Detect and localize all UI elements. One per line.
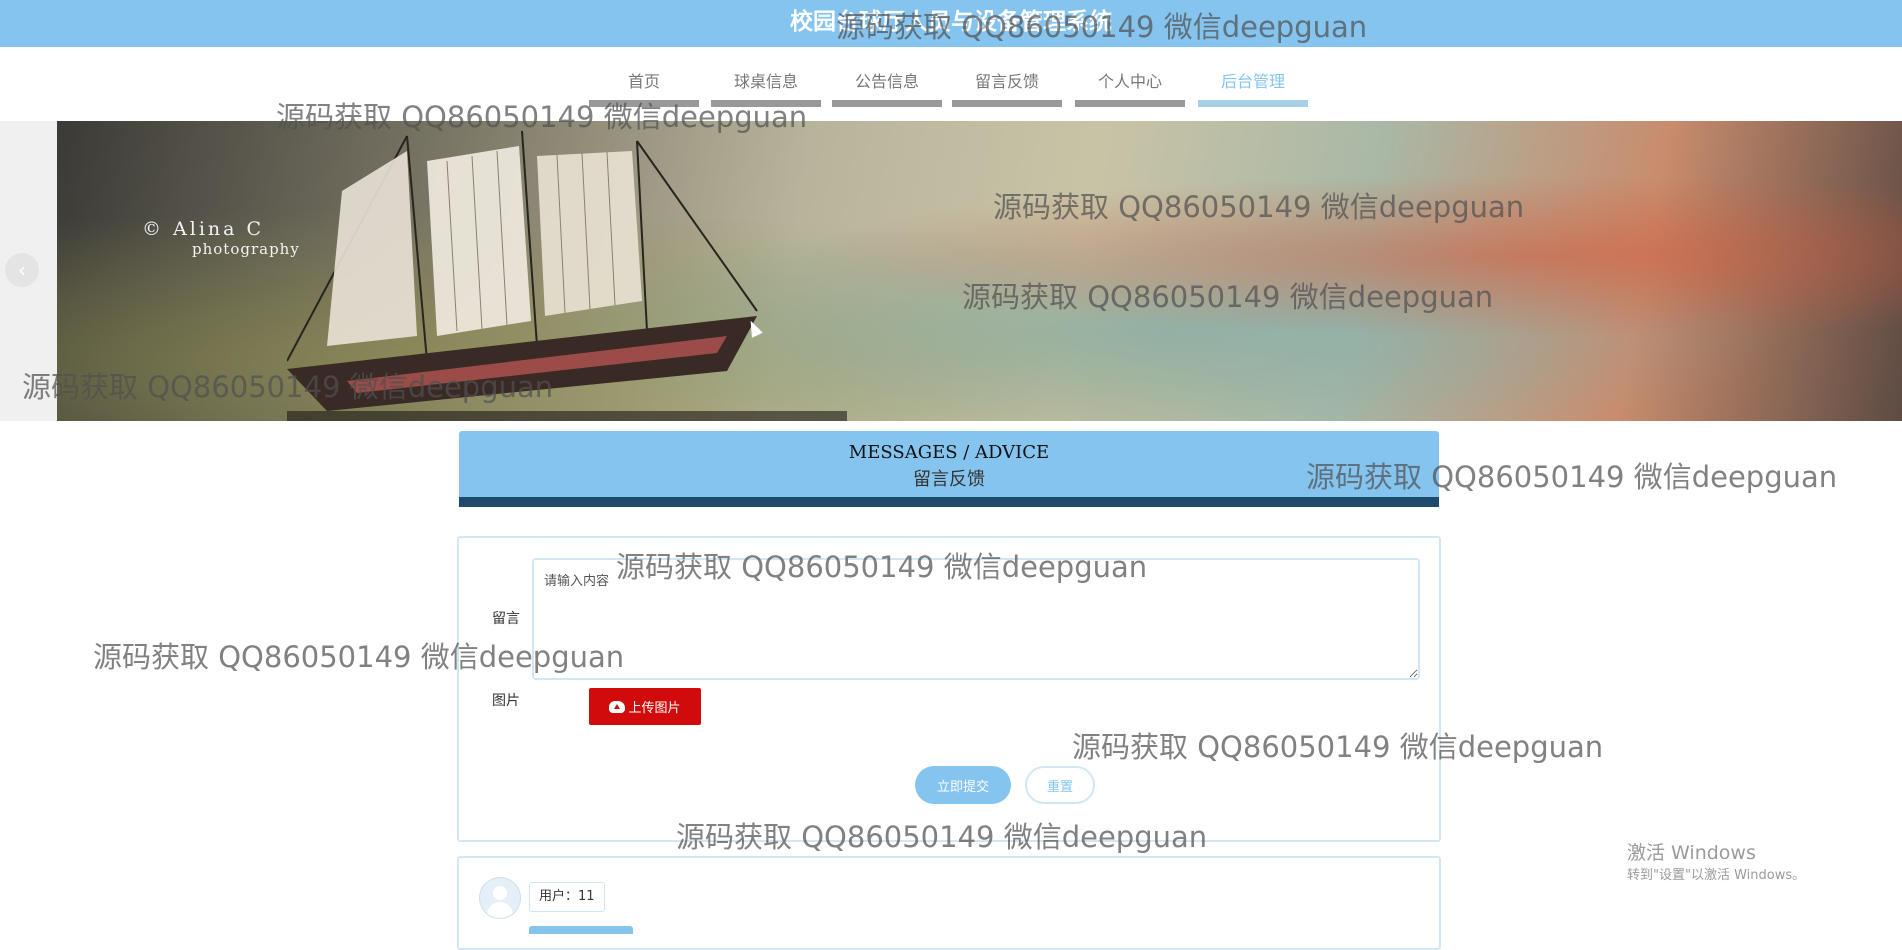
nav-item-notices[interactable]: 公告信息 [832, 69, 942, 107]
nav-item-label: 后台管理 [1220, 72, 1285, 91]
section-title-cn: 留言反馈 [913, 469, 985, 490]
nav-item-underline [832, 100, 942, 107]
comment-content-bar [529, 926, 633, 934]
watermark-text: 源码获取 QQ86050149 微信deepguan [836, 10, 1368, 44]
watermark-text: 源码获取 QQ86050149 微信deepguan [93, 640, 625, 674]
user-avatar-body [487, 902, 513, 918]
watermark-text: 源码获取 QQ86050149 微信deepguan [1072, 730, 1604, 764]
chevron-left-icon[interactable]: ‹ [5, 253, 39, 287]
submit-button[interactable]: 立即提交 [915, 766, 1011, 804]
section-header-underline [459, 497, 1439, 507]
photo-credit: © Alina C photography [142, 219, 300, 259]
watermark-text: 源码获取 QQ86050149 微信deepguan [22, 370, 554, 404]
nav-item-label: 首页 [627, 72, 660, 91]
nav-item-admin[interactable]: 后台管理 [1198, 69, 1308, 107]
avatar [479, 877, 521, 919]
nav-item-underline [952, 100, 1062, 107]
reset-button[interactable]: 重置 [1025, 766, 1095, 804]
watermark-text: 源码获取 QQ86050149 微信deepguan [962, 280, 1494, 314]
section-title-en: MESSAGES / ADVICE [848, 442, 1050, 463]
watermark-text: 源码获取 QQ86050149 微信deepguan [993, 190, 1525, 224]
upload-image-button[interactable]: 上传图片 [589, 688, 701, 725]
nav-item-label: 留言反馈 [974, 72, 1039, 91]
user-avatar-head [493, 886, 507, 900]
message-label: 留言 [492, 611, 520, 627]
nav-item-feedback[interactable]: 留言反馈 [952, 69, 1062, 107]
image-label: 图片 [492, 693, 520, 709]
comment-username: 用户：11 [529, 882, 605, 912]
watermark-text: 源码获取 QQ86050149 微信deepguan [676, 820, 1208, 854]
cloud-upload-icon [609, 701, 626, 713]
nav-item-profile[interactable]: 个人中心 [1075, 69, 1185, 107]
watermark-text: 源码获取 QQ86050149 微信deepguan [616, 550, 1148, 584]
windows-activation-title: 激活 Windows [1627, 842, 1756, 864]
section-header: MESSAGES / ADVICE 留言反馈 [459, 431, 1439, 507]
watermark-text: 源码获取 QQ86050149 微信deepguan [276, 100, 808, 134]
windows-activation-subtitle: 转到"设置"以激活 Windows。 [1627, 868, 1806, 883]
nav-item-underline [1198, 100, 1308, 107]
nav-item-label: 公告信息 [854, 72, 919, 91]
photo-credit-sub: photography [192, 240, 300, 258]
nav-item-label: 个人中心 [1097, 72, 1162, 91]
watermark-text: 源码获取 QQ86050149 微信deepguan [1306, 460, 1838, 494]
photo-credit-name: © Alina C [142, 218, 265, 240]
comment-item: 用户：11 [457, 856, 1441, 950]
nav-item-label: 球桌信息 [733, 72, 798, 91]
upload-image-button-label: 上传图片 [628, 701, 681, 716]
nav-item-underline [1075, 100, 1185, 107]
